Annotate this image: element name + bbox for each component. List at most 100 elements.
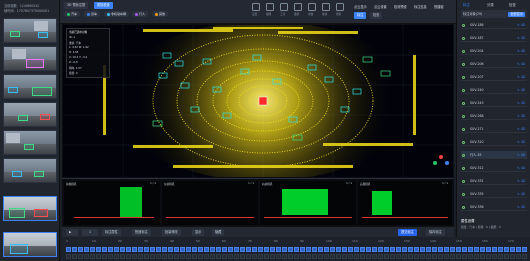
- annotation-info-link[interactable]: 标注信息: [414, 4, 427, 9]
- timeline-frame[interactable]: [450, 254, 455, 259]
- settings-icon[interactable]: [252, 3, 260, 11]
- timeline-frame[interactable]: [270, 254, 275, 259]
- camera-thumbnail[interactable]: [3, 74, 57, 99]
- object-list-item[interactable]: SUV-336 ✎ ⌫: [461, 203, 527, 211]
- check-button[interactable]: 质检检查: [94, 2, 113, 9]
- timeline-frame[interactable]: [192, 247, 197, 252]
- timeline-frame[interactable]: [114, 254, 119, 259]
- timeline-frame[interactable]: [252, 254, 257, 259]
- edit-delete-icons[interactable]: ✎ ⌫: [517, 60, 525, 68]
- detect-preset-link[interactable]: 检测预设: [394, 4, 407, 9]
- timeline-frame[interactable]: [78, 254, 83, 259]
- timeline-frame[interactable]: [492, 254, 497, 259]
- timeline-frame[interactable]: [480, 247, 485, 252]
- timeline-frame[interactable]: [366, 247, 371, 252]
- timeline-frame[interactable]: [348, 247, 353, 252]
- timeline-frame[interactable]: [132, 254, 137, 259]
- timeline-frame[interactable]: [186, 247, 191, 252]
- timeline-frame[interactable]: [150, 247, 155, 252]
- tab-category[interactable]: 分类: [487, 2, 494, 7]
- edit-delete-icons[interactable]: ✎ ⌫: [517, 112, 525, 120]
- timeline-frame[interactable]: [234, 247, 239, 252]
- timeline-frame[interactable]: [420, 254, 425, 259]
- timeline-frame[interactable]: [90, 254, 95, 259]
- timeline-frame[interactable]: [282, 254, 287, 259]
- timeline-frame[interactable]: [522, 247, 527, 252]
- timeline-frame[interactable]: [456, 254, 461, 259]
- timeline-frame[interactable]: [402, 247, 407, 252]
- visibility-icon[interactable]: [462, 114, 465, 118]
- timeline-frame[interactable]: [180, 247, 185, 252]
- timeline-frame[interactable]: [390, 254, 395, 259]
- timeline-frame[interactable]: [204, 254, 209, 259]
- object-list-item[interactable]: SUV-312 ✎ ⌫: [461, 164, 527, 172]
- timeline-frame[interactable]: [66, 247, 71, 252]
- hide-button[interactable]: 隐藏: [212, 229, 225, 236]
- timeline-frame[interactable]: [198, 254, 203, 259]
- timeline-frame[interactable]: [396, 254, 401, 259]
- pointcloud-settings-link[interactable]: 点云设置: [374, 4, 387, 9]
- timeline-frame[interactable]: [456, 247, 461, 252]
- object-list-item[interactable]: SUV-186 ✎ ⌫: [461, 21, 527, 29]
- timeline-frame[interactable]: [132, 247, 137, 252]
- edit-delete-icons[interactable]: ✎ ⌫: [517, 99, 525, 107]
- timeline-frame[interactable]: [216, 254, 221, 259]
- visibility-icon[interactable]: [462, 36, 465, 40]
- timeline-frame[interactable]: [120, 254, 125, 259]
- object-list-item[interactable]: SUV-310 ✎ ⌫: [461, 138, 527, 146]
- show-all-button[interactable]: 全部显示: [508, 11, 525, 17]
- timeline-frame[interactable]: [252, 247, 257, 252]
- annotation-attributes-button[interactable]: 标注属性: [102, 229, 121, 236]
- visibility-icon[interactable]: [462, 166, 465, 170]
- timeline-frame[interactable]: [258, 247, 263, 252]
- timeline-frame[interactable]: [114, 247, 119, 252]
- camera-thumbnail[interactable]: [3, 46, 57, 71]
- save-button[interactable]: 保存标注: [426, 229, 445, 236]
- timeline-frame[interactable]: [228, 247, 233, 252]
- pointcloud-display-link[interactable]: 点云显示: [354, 4, 367, 9]
- timeline-frame[interactable]: [90, 247, 95, 252]
- timeline-frame[interactable]: [210, 254, 215, 259]
- object-list-item[interactable]: SUV-271 ✎ ⌫: [461, 125, 527, 133]
- tab-check[interactable]: 检查: [370, 12, 383, 19]
- edit-delete-icons[interactable]: ✎ ⌫: [517, 21, 525, 29]
- timeline-frame[interactable]: [486, 254, 491, 259]
- mode-button[interactable]: 3D 预标注框: [64, 2, 89, 9]
- object-list-item[interactable]: SUV-240 ✎ ⌫: [461, 86, 527, 94]
- timeline-frame[interactable]: [156, 247, 161, 252]
- timeline-frame[interactable]: [492, 247, 497, 252]
- timeline-frame[interactable]: [504, 247, 509, 252]
- class-chip-truck[interactable]: 货车: [84, 11, 101, 17]
- timeline-frame[interactable]: [426, 247, 431, 252]
- timeline-frame[interactable]: [384, 254, 389, 259]
- camera-thumbnail[interactable]: [3, 18, 57, 43]
- timeline-frame[interactable]: [372, 254, 377, 259]
- timeline-frame[interactable]: [108, 247, 113, 252]
- camera-preview-right[interactable]: 右前相机 1 / 1: [260, 181, 356, 225]
- timeline-frame[interactable]: [414, 254, 419, 259]
- timeline-frame[interactable]: [462, 247, 467, 252]
- timeline-frame[interactable]: [408, 254, 413, 259]
- tab-inspect[interactable]: 检查: [509, 2, 516, 7]
- edit-delete-icons[interactable]: ✎ ⌫: [517, 73, 525, 81]
- timeline-frame[interactable]: [354, 247, 359, 252]
- timeline-frame[interactable]: [84, 247, 89, 252]
- timeline-frame[interactable]: [306, 254, 311, 259]
- class-chip-nonmotor[interactable]: 非机动车辆: [104, 11, 130, 17]
- timeline-frame[interactable]: [246, 254, 251, 259]
- timeline-frame[interactable]: [360, 254, 365, 259]
- timeline-frame[interactable]: [96, 254, 101, 259]
- timeline-frame[interactable]: [222, 247, 227, 252]
- timeline-frame[interactable]: [66, 254, 71, 259]
- timeline-frame[interactable]: [216, 247, 221, 252]
- timeline-frame[interactable]: [72, 247, 77, 252]
- edit-delete-icons[interactable]: ✎ ⌫: [517, 203, 525, 211]
- visibility-icon[interactable]: [462, 127, 465, 131]
- pointcloud-3d-view[interactable]: [62, 24, 454, 178]
- timeline-frame[interactable]: [372, 247, 377, 252]
- timeline-frame[interactable]: [336, 247, 341, 252]
- timeline-frame[interactable]: [342, 254, 347, 259]
- camera-thumbnail[interactable]: [3, 158, 57, 183]
- timeline-frame[interactable]: [498, 247, 503, 252]
- timeline-frame[interactable]: [210, 247, 215, 252]
